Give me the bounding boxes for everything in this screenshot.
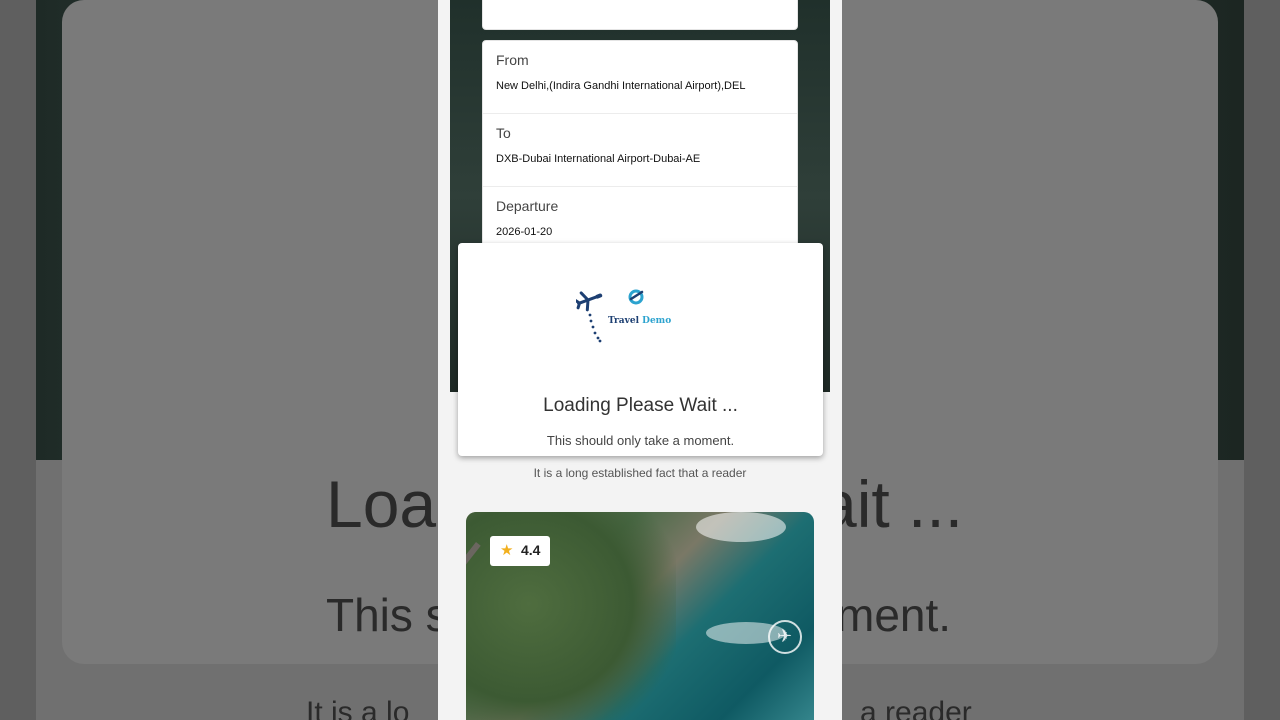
- travel-demo-logo: Travel Demo: [573, 287, 696, 357]
- logo-word-travel: Travel: [608, 316, 639, 326]
- blurred-sub-right: ment.: [836, 589, 952, 641]
- loading-title: Loading Please Wait ...: [543, 395, 738, 416]
- loading-dialog: Travel Demo Loading Please Wait ... This…: [458, 243, 823, 456]
- loading-subtitle: This should only take a moment.: [546, 433, 735, 448]
- blurred-line3-right: a reader: [860, 696, 972, 720]
- screen: Load ait ... This s ment. It is a lo a r…: [0, 0, 1280, 720]
- phone-screen: 2026-01-10 From New Delhi,(Indira Gandhi…: [438, 0, 842, 720]
- blurred-line3-left: It is a lo: [306, 696, 410, 720]
- logo-word-demo: Demo: [642, 316, 672, 326]
- blurred-sub-left: This s: [326, 589, 449, 641]
- logo-text: Travel Demo: [608, 316, 671, 326]
